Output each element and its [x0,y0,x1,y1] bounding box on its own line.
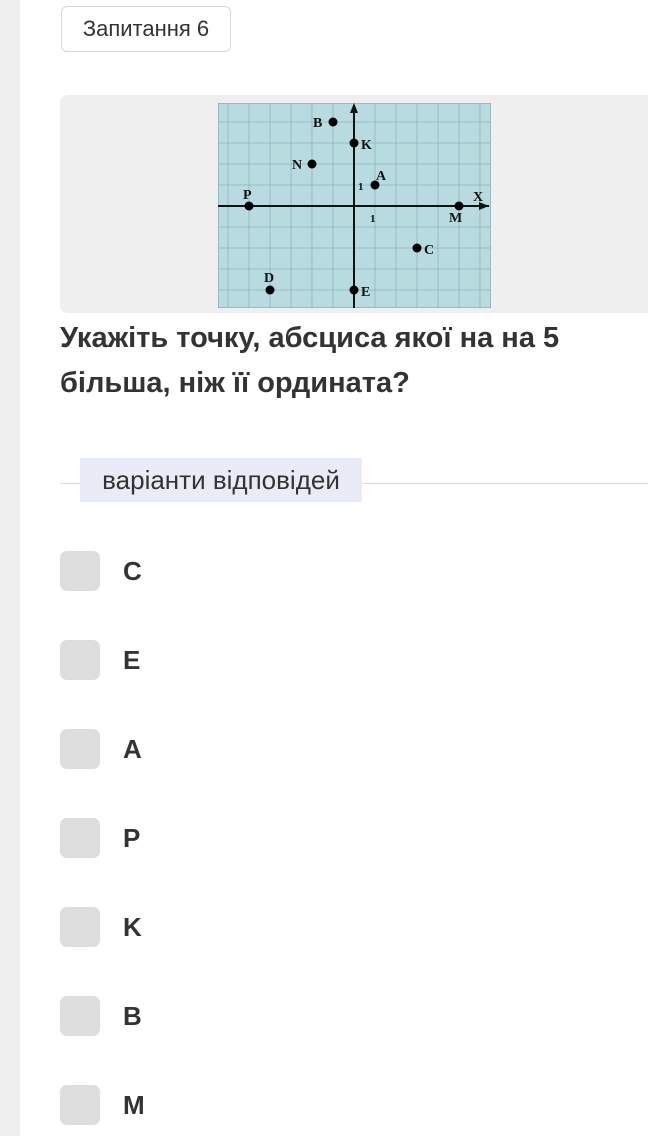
option-label: E [123,644,141,675]
point-label-a: A [376,169,387,184]
option-label: C [123,555,142,586]
point-label-c: C [424,243,434,258]
option-label: P [123,822,141,853]
point-label-m: M [449,211,462,226]
question-number-badge: Запитання 6 [61,6,231,52]
x-unit-label: 1 [370,213,376,225]
answers-header: варіанти відповідей [80,458,362,502]
point-label-d: D [264,271,274,286]
option-label: B [123,1000,142,1031]
point-b [328,117,338,127]
point-k [349,138,359,148]
point-d [265,285,275,295]
point-c [412,243,422,253]
option-b[interactable]: B [60,996,360,1036]
option-m[interactable]: M [60,1085,360,1125]
option-label: M [123,1089,145,1120]
option-checkbox[interactable] [60,729,100,769]
option-checkbox[interactable] [60,551,100,591]
option-checkbox[interactable] [60,1085,100,1125]
option-label: K [123,911,142,942]
point-label-n: N [292,158,302,173]
point-e [349,285,359,295]
point-label-b: B [313,116,322,131]
option-a[interactable]: A [60,729,360,769]
question-number-label: Запитання 6 [82,16,210,41]
coordinate-plane-figure: X 1 1 B K N A P M C D E [218,103,491,308]
answers-header-label: варіанти відповідей [102,464,340,495]
option-c[interactable]: C [60,551,360,591]
x-axis-label: X [473,190,483,205]
point-label-p: P [243,188,252,203]
option-p[interactable]: P [60,818,360,858]
question-text: Укажіть точку, абсциса якої на на 5 біль… [60,322,560,399]
left-rail [0,0,20,1136]
option-label: A [123,733,142,764]
option-checkbox[interactable] [60,996,100,1036]
option-checkbox[interactable] [60,640,100,680]
option-checkbox[interactable] [60,907,100,947]
option-checkbox[interactable] [60,818,100,858]
y-unit-label: 1 [358,181,364,193]
point-m [454,201,464,211]
option-k[interactable]: K [60,907,360,947]
option-e[interactable]: E [60,640,360,680]
point-label-k: K [361,138,372,153]
point-n [307,159,317,169]
point-label-e: E [361,285,370,300]
